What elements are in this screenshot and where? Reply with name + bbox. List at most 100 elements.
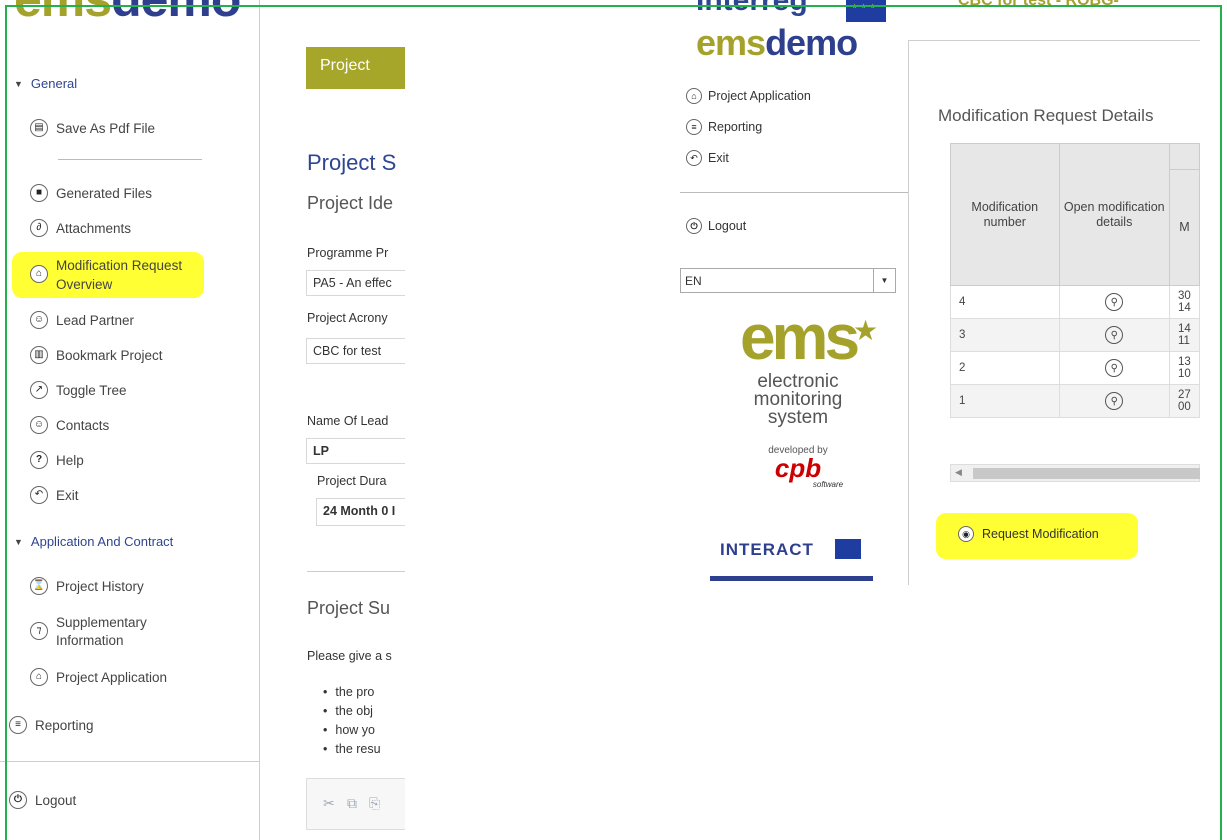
divider <box>680 192 908 193</box>
section-application-label: Application And Contract <box>30 534 174 549</box>
ems-demo-logo: emsdemo <box>696 22 858 63</box>
section-general-label: General <box>30 76 78 91</box>
section-application-contract[interactable]: ▼ Application And Contract <box>14 534 173 549</box>
nav-label: Exit <box>708 151 729 165</box>
sidebar-item-label: Modification Request Overview <box>56 258 183 292</box>
magnifier-icon[interactable]: ⚲ <box>1105 392 1124 410</box>
sidebar-item-project-history[interactable]: ⌛ Project History <box>30 577 144 595</box>
horizontal-scrollbar[interactable]: ◀ <box>950 464 1200 482</box>
magnifier-icon[interactable]: ⚲ <box>1105 326 1124 344</box>
sidebar-item-bookmark-project[interactable]: ▥ Bookmark Project <box>30 346 163 364</box>
sidebar-item-label: Project Application <box>56 669 168 685</box>
sidebar-item-logout[interactable]: ⏻ Logout <box>9 791 76 809</box>
nav-reporting[interactable]: ≡ Reporting <box>686 119 762 135</box>
sidebar-item-label: Contacts <box>56 417 110 433</box>
magnifier-icon[interactable]: ⚲ <box>1105 293 1124 311</box>
paste-icon[interactable]: ⎘ <box>369 795 380 812</box>
table-row: 3 ⚲ 14 11 <box>950 318 1200 352</box>
summary-bullet-list: the pro the obj how yo the resu <box>333 683 381 759</box>
ems-logo: ems ★ electronic monitoring system develo… <box>708 305 888 489</box>
sidebar-item-reporting[interactable]: ≡ Reporting <box>9 716 94 734</box>
bookmark-icon: ▥ <box>30 346 48 364</box>
project-duration-field[interactable]: 24 Month 0 I <box>316 498 405 526</box>
language-select[interactable]: EN ▼ <box>680 268 896 293</box>
printer-icon: ▤ <box>30 119 48 137</box>
sidebar-item-label: Exit <box>56 487 79 503</box>
section-heading-summary: Project Su <box>307 598 391 618</box>
interreg-logo: Interreg <box>696 0 808 17</box>
modification-request-table: Modification number Open modification de… <box>950 143 1200 418</box>
language-value: EN <box>685 274 702 288</box>
paperclip-icon: ∂ <box>30 219 48 237</box>
section-heading-identification: Project Ide <box>307 193 394 213</box>
undo-icon: ↶ <box>686 150 702 166</box>
modification-number: 4 <box>950 285 1060 319</box>
divider <box>307 571 405 572</box>
sidebar-item-help[interactable]: ? Help <box>30 451 84 469</box>
nav-project-application[interactable]: ⌂ Project Application <box>686 88 811 104</box>
sidebar-item-generated-files[interactable]: ■ Generated Files <box>30 184 152 202</box>
sidebar-item-attachments[interactable]: ∂ Attachments <box>30 219 131 237</box>
report-icon: ≡ <box>686 119 702 135</box>
question-icon: ? <box>30 451 48 469</box>
chevron-down-icon: ▼ <box>873 269 895 292</box>
sidebar-item-save-pdf[interactable]: ▤ Save As Pdf File <box>30 119 155 137</box>
project-form-panel: Project Project S Project Ide Programme … <box>261 0 405 840</box>
sidebar: emsdemo ▼ General ▤ Save As Pdf File ■ G… <box>0 0 260 840</box>
modification-details-title: Modification Request Details <box>938 106 1154 125</box>
magnifier-icon[interactable]: ⚲ <box>1105 359 1124 377</box>
tab-project[interactable]: Project <box>306 47 405 89</box>
sidebar-item-project-application[interactable]: ⌂ Project Application <box>30 668 167 686</box>
bank-icon: ⌂ <box>30 668 48 686</box>
power-icon: ⏻ <box>9 791 27 809</box>
sidebar-item-exit[interactable]: ↶ Exit <box>30 486 79 504</box>
nav-exit[interactable]: ↶ Exit <box>686 150 729 166</box>
project-acronym-field[interactable]: CBC for test <box>306 338 405 364</box>
sidebar-item-label: Toggle Tree <box>56 382 127 398</box>
bank-icon: ⌂ <box>30 265 48 283</box>
scrollbar-thumb[interactable] <box>973 468 1200 479</box>
request-modification-button[interactable]: ◉ Request Modification <box>958 526 1099 542</box>
cpb-logo: cpb <box>774 453 822 483</box>
project-acronym-label: Project Acrony <box>307 311 388 325</box>
power-icon: ⏻ <box>686 218 702 234</box>
modification-number: 1 <box>950 384 1060 418</box>
ems-logo-subtitle: electronic monitoring system <box>753 371 843 428</box>
overlay-screenshot: Interreg emsdemo CBC for test - ROBG- ⌂ … <box>680 0 1200 585</box>
nav-logout[interactable]: ⏻ Logout <box>686 218 746 234</box>
table-row: 2 ⚲ 13 10 <box>950 351 1200 385</box>
scroll-left-icon[interactable]: ◀ <box>955 467 962 478</box>
cut-icon[interactable]: ✂ <box>323 795 335 812</box>
section-general[interactable]: ▼ General <box>14 76 77 91</box>
project-header-crop: CBC for test - ROBG- <box>958 0 1119 9</box>
save-icon: ■ <box>30 184 48 202</box>
sidebar-item-supplementary-information[interactable]: ⁊ Supplementary Information <box>30 614 176 650</box>
report-icon: ≡ <box>9 716 27 734</box>
copy-icon[interactable]: ⧉ <box>347 795 357 812</box>
sidebar-item-toggle-tree[interactable]: ↗ Toggle Tree <box>30 381 127 399</box>
ems-logo-text: ems <box>739 301 860 373</box>
sidebar-item-label: Bookmark Project <box>56 347 163 363</box>
sidebar-item-modification-request-overview[interactable]: ⌂ Modification Request Overview <box>30 256 206 294</box>
list-item: the pro <box>333 683 381 702</box>
footer-bar <box>710 576 873 581</box>
nav-label: Logout <box>708 219 747 233</box>
column-header: Modification number <box>950 143 1060 286</box>
divider <box>0 761 260 762</box>
sidebar-item-contacts[interactable]: ☺ Contacts <box>30 416 109 434</box>
modification-number: 3 <box>950 318 1060 352</box>
divider <box>58 159 202 160</box>
divider <box>908 40 1200 41</box>
programme-priority-field[interactable]: PA5 - An effec <box>306 270 405 296</box>
history-icon: ⌛ <box>30 577 48 595</box>
ems-demo-logo: emsdemo <box>14 0 241 28</box>
request-modification-label: Request Modification <box>982 527 1099 541</box>
page-title: Project S <box>307 150 397 175</box>
column-header: M <box>1168 169 1200 286</box>
eu-flag-icon <box>846 0 886 22</box>
sidebar-item-lead-partner[interactable]: ☺ Lead Partner <box>30 311 134 329</box>
list-item: the obj <box>333 702 381 721</box>
project-duration-label: Project Dura <box>317 474 387 488</box>
lead-partner-field[interactable]: LP <box>306 438 405 464</box>
caret-down-icon: ▼ <box>14 78 23 89</box>
